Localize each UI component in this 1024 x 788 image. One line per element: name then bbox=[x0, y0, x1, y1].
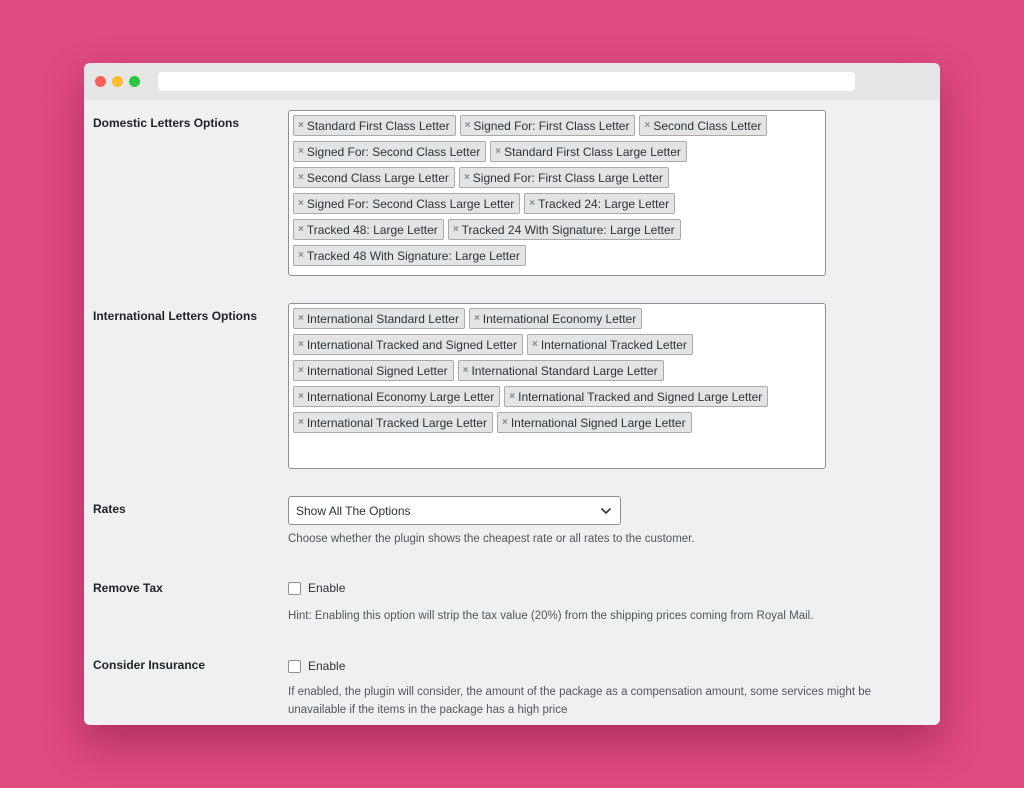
tag-label: International Economy Letter bbox=[482, 311, 637, 326]
maximize-window-button[interactable] bbox=[129, 76, 140, 87]
close-icon[interactable]: × bbox=[509, 391, 515, 402]
remove-tax-label: Remove Tax bbox=[93, 581, 163, 595]
close-icon[interactable]: × bbox=[495, 146, 501, 157]
selected-tag: × Second Class Large Letter bbox=[293, 167, 455, 188]
close-icon[interactable]: × bbox=[465, 120, 471, 131]
tag-label: Tracked 24 With Signature: Large Letter bbox=[461, 222, 675, 237]
tag-label: International Tracked and Signed Letter bbox=[306, 337, 517, 352]
chevron-down-icon bbox=[600, 507, 612, 515]
selected-tag: × Signed For: Second Class Large Letter bbox=[293, 193, 521, 214]
selected-tag: × International Standard Large Letter bbox=[457, 360, 664, 381]
browser-window: Domestic Letters Options × Standard First… bbox=[84, 63, 940, 725]
settings-form: Domestic Letters Options × Standard First… bbox=[84, 100, 940, 725]
remove-tax-checkbox-label[interactable]: Enable bbox=[308, 581, 345, 595]
close-icon[interactable]: × bbox=[298, 313, 304, 324]
tag-label: Standard First Class Letter bbox=[306, 118, 450, 133]
consider-insurance-checkbox-label[interactable]: Enable bbox=[308, 659, 345, 673]
selected-tag: × Tracked 24 With Signature: Large Letter bbox=[447, 219, 681, 240]
selected-tag: × International Tracked Letter bbox=[526, 334, 693, 355]
rates-selected-value: Show All The Options bbox=[296, 503, 411, 518]
remove-tax-checkbox[interactable] bbox=[288, 581, 301, 595]
selected-tag: × International Signed Large Letter bbox=[496, 412, 692, 433]
close-icon[interactable]: × bbox=[298, 172, 304, 183]
international-letters-label: International Letters Options bbox=[93, 309, 258, 323]
close-icon[interactable]: × bbox=[298, 146, 304, 157]
selected-tag: × Standard First Class Letter bbox=[293, 115, 456, 136]
international-letters-multiselect[interactable]: × International Standard Letter × Internati… bbox=[288, 303, 826, 469]
tag-label: Signed For: Second Class Large Letter bbox=[306, 196, 515, 211]
close-icon[interactable]: × bbox=[474, 313, 480, 324]
domestic-letters-multiselect[interactable]: × Standard First Class Letter × Signed For:… bbox=[288, 110, 826, 276]
remove-tax-row[interactable]: Enable bbox=[288, 581, 345, 595]
selected-tag: × Tracked 48 With Signature: Large Letter bbox=[293, 245, 526, 266]
close-icon[interactable]: × bbox=[644, 120, 650, 131]
close-icon[interactable]: × bbox=[298, 417, 304, 428]
selected-tag: × Signed For: Second Class Letter bbox=[293, 141, 487, 162]
selected-tag: × Tracked 24: Large Letter bbox=[524, 193, 676, 214]
tag-label: International Tracked Large Letter bbox=[306, 415, 487, 430]
international-tag-list: × International Standard Letter × Internati… bbox=[293, 307, 821, 437]
consider-insurance-checkbox[interactable] bbox=[288, 659, 301, 673]
selected-tag: × International Signed Letter bbox=[293, 360, 454, 381]
tag-label: Tracked 48: Large Letter bbox=[306, 222, 438, 237]
close-icon[interactable]: × bbox=[463, 365, 469, 376]
selected-tag: × Standard First Class Large Letter bbox=[490, 141, 687, 162]
consider-insurance-row[interactable]: Enable bbox=[288, 659, 345, 673]
close-icon[interactable]: × bbox=[298, 120, 304, 131]
selected-tag: × International Tracked and Signed Letter bbox=[293, 334, 523, 355]
selected-tag: × International Standard Letter bbox=[293, 308, 465, 329]
domestic-tag-list: × Standard First Class Letter × Signed For:… bbox=[293, 114, 821, 270]
close-icon[interactable]: × bbox=[298, 250, 304, 261]
tag-label: International Signed Large Letter bbox=[510, 415, 686, 430]
tag-label: Signed For: Second Class Letter bbox=[306, 144, 481, 159]
close-icon[interactable]: × bbox=[502, 417, 508, 428]
tag-label: International Signed Letter bbox=[306, 363, 448, 378]
tag-label: Signed For: First Class Large Letter bbox=[472, 170, 663, 185]
selected-tag: × Tracked 48: Large Letter bbox=[293, 219, 444, 240]
tag-label: International Tracked and Signed Large L… bbox=[518, 389, 763, 404]
remove-tax-hint: Hint: Enabling this option will strip th… bbox=[288, 610, 814, 622]
close-icon[interactable]: × bbox=[298, 391, 304, 402]
minimize-window-button[interactable] bbox=[112, 76, 123, 87]
close-icon[interactable]: × bbox=[529, 198, 535, 209]
selected-tag: × International Tracked and Signed Large … bbox=[504, 386, 769, 407]
selected-tag: × International Economy Letter bbox=[468, 308, 643, 329]
close-icon[interactable]: × bbox=[464, 172, 470, 183]
rates-description: Choose whether the plugin shows the chea… bbox=[288, 533, 695, 545]
tag-label: International Standard Letter bbox=[306, 311, 459, 326]
close-icon[interactable]: × bbox=[298, 365, 304, 376]
tag-label: International Tracked Letter bbox=[540, 337, 687, 352]
tag-label: Signed For: First Class Letter bbox=[473, 118, 630, 133]
close-icon[interactable]: × bbox=[298, 224, 304, 235]
selected-tag: × International Tracked Large Letter bbox=[293, 412, 493, 433]
domestic-letters-label: Domestic Letters Options bbox=[93, 116, 240, 130]
tag-label: International Economy Large Letter bbox=[306, 389, 495, 404]
address-bar[interactable] bbox=[158, 72, 855, 91]
close-icon[interactable]: × bbox=[298, 198, 304, 209]
close-window-button[interactable] bbox=[95, 76, 106, 87]
tag-label: Second Class Large Letter bbox=[306, 170, 449, 185]
tag-label: Standard First Class Large Letter bbox=[504, 144, 681, 159]
selected-tag: × International Economy Large Letter bbox=[293, 386, 501, 407]
consider-insurance-description: If enabled, the plugin will consider, th… bbox=[288, 686, 872, 716]
selected-tag: × Signed For: First Class Letter bbox=[459, 115, 636, 136]
tag-label: International Standard Large Letter bbox=[471, 363, 658, 378]
consider-insurance-label: Consider Insurance bbox=[93, 658, 206, 672]
close-icon[interactable]: × bbox=[453, 224, 459, 235]
tag-label: Second Class Letter bbox=[653, 118, 762, 133]
rates-label: Rates bbox=[93, 502, 126, 516]
close-icon[interactable]: × bbox=[532, 339, 538, 350]
selected-tag: × Signed For: First Class Large Letter bbox=[458, 167, 669, 188]
tag-label: Tracked 48 With Signature: Large Letter bbox=[306, 248, 520, 263]
selected-tag: × Second Class Letter bbox=[639, 115, 768, 136]
close-icon[interactable]: × bbox=[298, 339, 304, 350]
rates-select[interactable]: Show All The Options bbox=[288, 496, 621, 525]
tag-label: Tracked 24: Large Letter bbox=[538, 196, 670, 211]
title-bar bbox=[84, 63, 940, 100]
